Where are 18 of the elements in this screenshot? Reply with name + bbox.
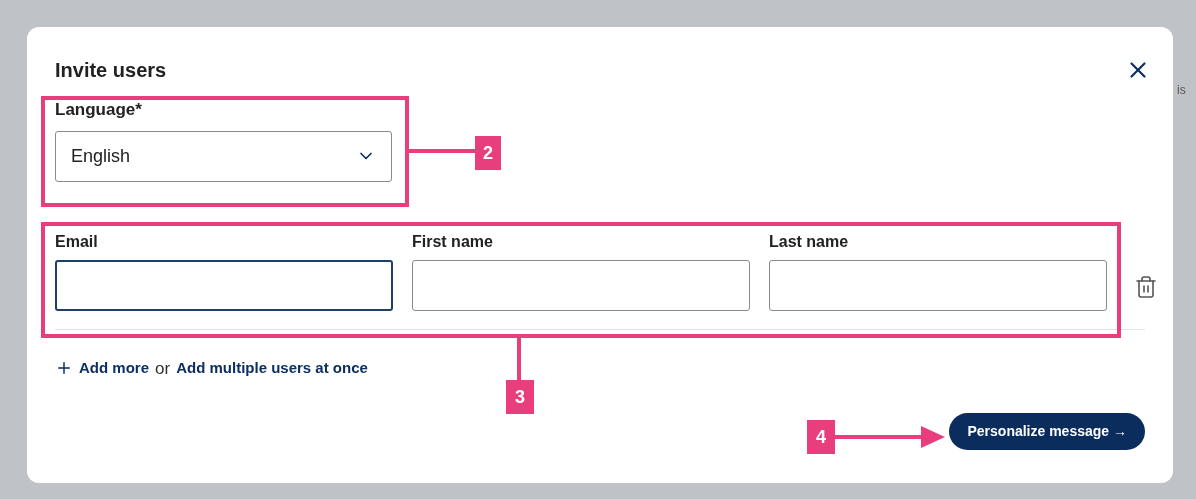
- annotation-badge: 2: [475, 136, 501, 170]
- annotation-badge: 4: [807, 420, 835, 454]
- field-label: First name: [412, 231, 494, 252]
- background-text: is: [1177, 82, 1186, 99]
- field-label: Last name: [769, 231, 850, 252]
- trash-icon[interactable]: [1134, 274, 1158, 299]
- add-multiple-users-link[interactable]: Add multiple users at once: [176, 357, 368, 380]
- field-label: Language*: [55, 99, 143, 121]
- add-more-link[interactable]: Add more: [79, 357, 149, 380]
- text-input[interactable]: [769, 259, 1107, 311]
- text-input[interactable]: [55, 259, 393, 311]
- annotation-badge: 3: [506, 380, 534, 414]
- language-select[interactable]: English: [55, 130, 392, 182]
- or-text: or: [155, 357, 171, 380]
- field-label: Email: [55, 231, 99, 252]
- personalize-message-button[interactable]: Personalize message →: [949, 413, 1145, 450]
- dialog-title: Invite users: [55, 58, 167, 83]
- text-input[interactable]: [412, 259, 750, 311]
